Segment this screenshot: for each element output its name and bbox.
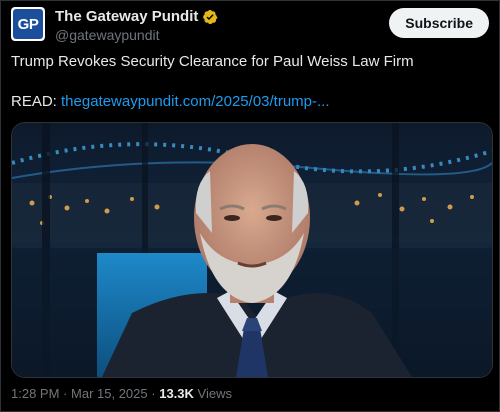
post-header: GP The Gateway Pundit @gatewaypundit Sub… xyxy=(11,7,489,43)
read-label: READ: xyxy=(11,93,62,110)
avatar[interactable]: GP xyxy=(11,7,45,41)
read-line: READ: thegatewaypundit.com/2025/03/trump… xyxy=(11,92,489,112)
author-display-name[interactable]: The Gateway Pundit xyxy=(55,8,198,25)
post-card[interactable]: GP The Gateway Pundit @gatewaypundit Sub… xyxy=(0,0,500,412)
post-text: Trump Revokes Security Clearance for Pau… xyxy=(11,53,414,70)
meta-separator: · xyxy=(63,386,68,401)
post-media-image[interactable] xyxy=(11,122,493,378)
verified-badge-icon xyxy=(203,9,218,24)
post-date[interactable]: Mar 15, 2025 xyxy=(71,386,148,401)
avatar-logo: GP xyxy=(13,9,43,39)
post-meta: 1:28 PM · Mar 15, 2025 · 13.3K Views xyxy=(11,386,232,401)
post-time[interactable]: 1:28 PM xyxy=(11,386,59,401)
meta-separator-2: · xyxy=(151,386,156,401)
author-handle[interactable]: @gatewaypundit xyxy=(55,27,160,43)
author-name-row[interactable]: The Gateway Pundit xyxy=(55,8,218,25)
views-label: Views xyxy=(197,386,232,401)
views-count: 13.3K xyxy=(159,386,194,401)
video-still-image xyxy=(12,123,492,377)
subscribe-button[interactable]: Subscribe xyxy=(389,8,489,38)
article-link[interactable]: thegatewaypundit.com/2025/03/trump-... xyxy=(61,93,330,110)
